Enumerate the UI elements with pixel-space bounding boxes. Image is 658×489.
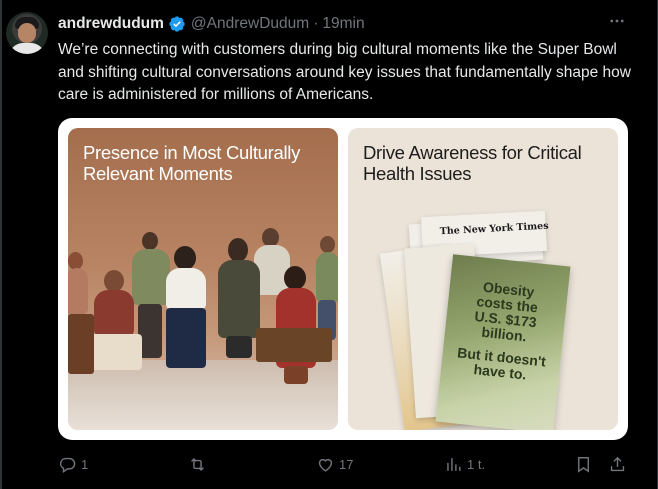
bookmark-icon	[578, 456, 589, 473]
media-panel-awareness[interactable]: Drive Awareness for Critical Health Issu…	[348, 128, 618, 430]
newspaper-masthead: The New York Times	[439, 220, 549, 238]
wooden-chair	[68, 314, 94, 374]
heart-icon	[318, 458, 333, 472]
ad-tagline: But it doesn't have to.	[456, 344, 547, 383]
like-count: 17	[339, 456, 354, 472]
reply-button[interactable]: 1	[58, 452, 88, 476]
repost-icon	[191, 457, 204, 471]
reply-count: 1	[81, 456, 89, 472]
verified-badge-icon[interactable]	[168, 15, 186, 33]
author-handle[interactable]: @AndrewDudum	[191, 15, 309, 33]
more-dots-icon[interactable]	[606, 12, 628, 34]
tweet-text: We’re connecting with customers during b…	[58, 41, 631, 103]
tweet-header: andrewdudum @AndrewDudum · 19min	[58, 13, 365, 35]
share-button[interactable]	[608, 452, 627, 476]
panel-title-presence: Presence in Most Culturally Relevant Mom…	[83, 142, 301, 184]
media-panel-presence[interactable]: Presence in Most Culturally Relevant Mom…	[68, 128, 338, 430]
author-name[interactable]: andrewdudum	[58, 15, 164, 33]
avatar-face	[18, 23, 36, 43]
avatar-shirt	[9, 43, 45, 54]
header-separator: ·	[313, 15, 319, 32]
repost-button[interactable]	[188, 452, 211, 476]
ad-headline: Obesity costs the U.S. $173 billion.	[473, 278, 539, 345]
like-button[interactable]: 17	[316, 452, 353, 476]
tweet-actions-bar: 1 17 1 t.	[58, 452, 638, 476]
wooden-chair	[256, 328, 332, 362]
panel-title-awareness: Drive Awareness for Critical Health Issu…	[363, 142, 582, 184]
author-avatar[interactable]	[6, 12, 48, 54]
bookmark-button[interactable]	[574, 452, 593, 476]
tweet-timestamp[interactable]: 19min	[322, 15, 364, 33]
views-count: 1 t.	[467, 456, 486, 472]
reply-icon	[59, 457, 76, 473]
obesity-ad-page: Obesity costs the U.S. $173 billion. But…	[435, 254, 571, 430]
tweet-media-card[interactable]: Presence in Most Culturally Relevant Mom…	[58, 118, 628, 440]
analytics-icon	[447, 457, 461, 471]
timeline-left-border	[0, 0, 2, 489]
views-button[interactable]: 1 t.	[444, 452, 485, 476]
share-icon	[610, 456, 625, 471]
